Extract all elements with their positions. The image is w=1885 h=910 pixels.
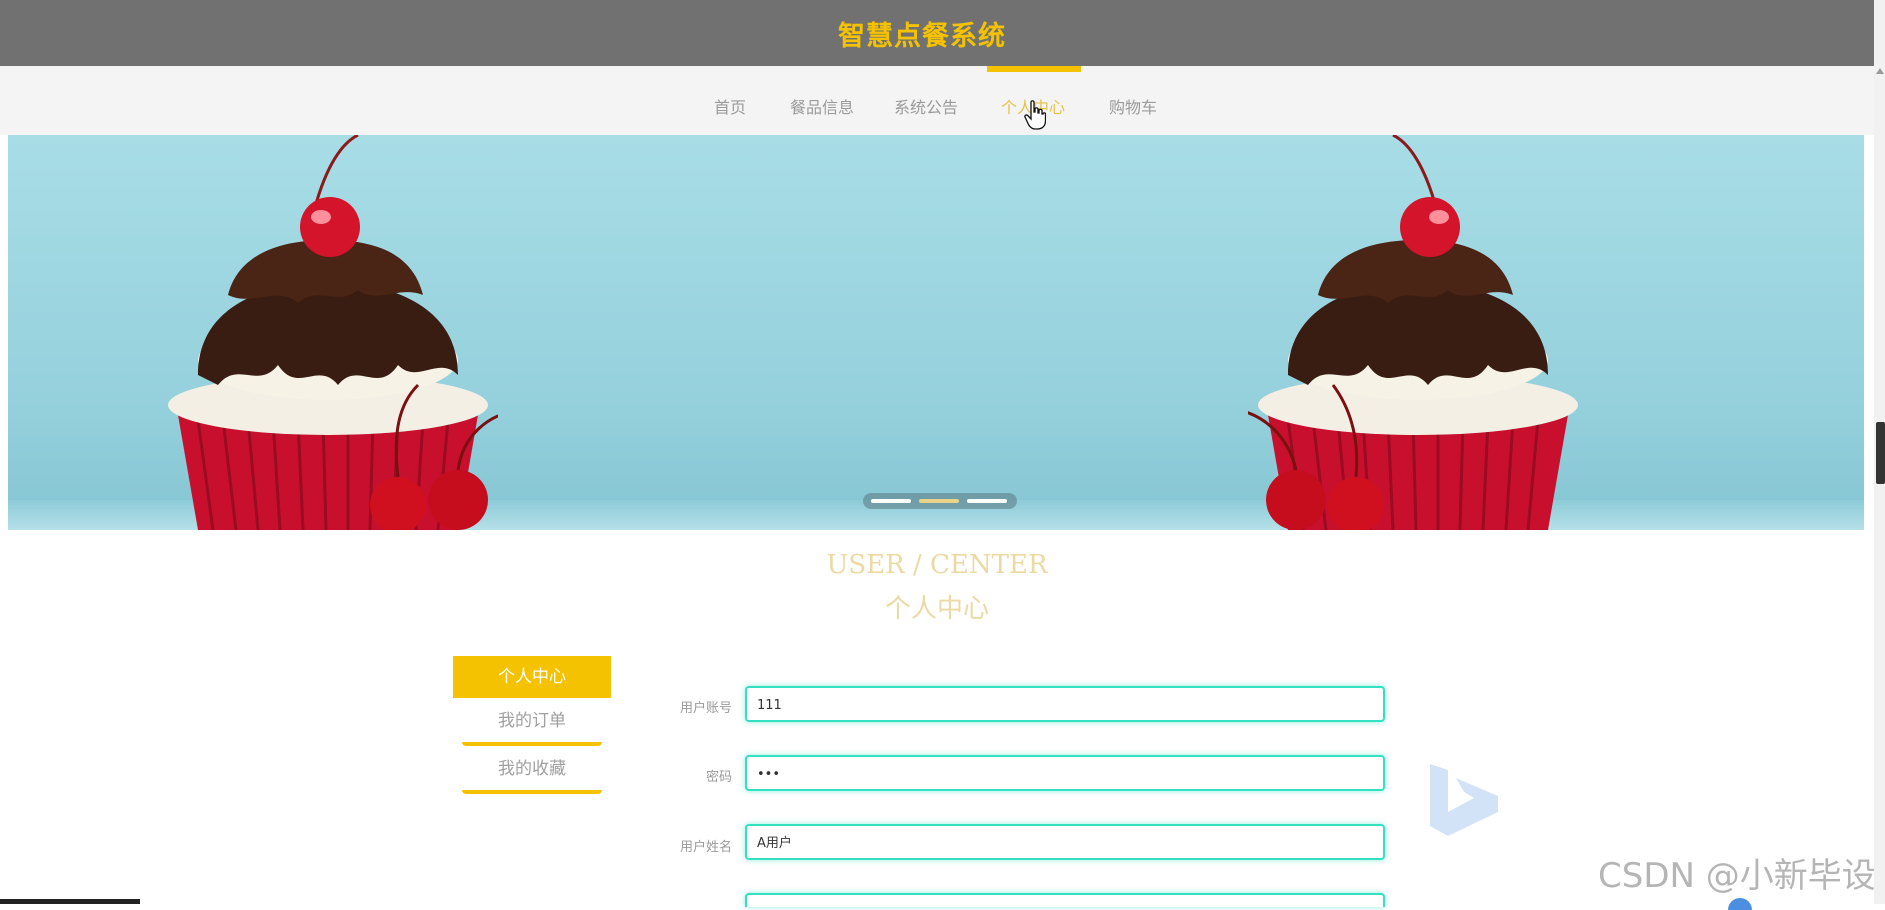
- nav-cart[interactable]: 购物车: [1109, 94, 1157, 118]
- cupcake-image-right: [1248, 135, 1578, 530]
- carousel-dot-1[interactable]: [871, 499, 911, 503]
- help-icon[interactable]: [1728, 898, 1752, 910]
- nav-home[interactable]: 首页: [714, 94, 746, 118]
- account-label: 用户账号: [679, 701, 732, 716]
- nav-announcements[interactable]: 系统公告: [894, 94, 958, 118]
- app-title: 智慧点餐系统: [838, 20, 1006, 52]
- bing-icon[interactable]: [1426, 760, 1502, 838]
- sidebar-item-my-favorites[interactable]: 我的收藏: [453, 748, 611, 790]
- name-field[interactable]: A用户: [745, 824, 1385, 860]
- sidebar-item-user-center[interactable]: 个人中心: [453, 656, 611, 698]
- password-field[interactable]: •••: [745, 755, 1385, 791]
- section-title-en: USER / CENTER: [826, 550, 1048, 580]
- nav-menu-items[interactable]: 餐品信息: [790, 94, 854, 118]
- carousel-dot-3[interactable]: [967, 499, 1007, 503]
- top-header: 智慧点餐系统: [0, 0, 1874, 66]
- hand-cursor-icon: [1024, 100, 1046, 130]
- cupcake-image-left: [168, 135, 498, 530]
- active-nav-indicator: [987, 66, 1081, 72]
- sidebar-item-divider: [462, 790, 602, 794]
- sidebar-item-my-orders[interactable]: 我的订单: [453, 700, 611, 742]
- carousel-dot-2[interactable]: [919, 499, 959, 503]
- password-label: 密码: [705, 770, 732, 785]
- scroll-up-icon[interactable]: [1876, 68, 1884, 74]
- account-field[interactable]: 111: [745, 686, 1385, 722]
- section-title-cn: 个人中心: [884, 594, 989, 624]
- sidebar-item-divider: [462, 742, 602, 746]
- watermark-text: CSDN @小新毕设: [1598, 856, 1876, 896]
- hero-banner[interactable]: [8, 135, 1864, 530]
- carousel-indicators: [863, 493, 1017, 509]
- taskbar-edge: [0, 899, 140, 904]
- name-label: 用户姓名: [679, 840, 732, 855]
- scrollbar-thumb[interactable]: [1876, 422, 1885, 484]
- main-nav: 首页 餐品信息 系统公告 个人中心 购物车: [0, 66, 1874, 135]
- next-field[interactable]: [745, 893, 1385, 907]
